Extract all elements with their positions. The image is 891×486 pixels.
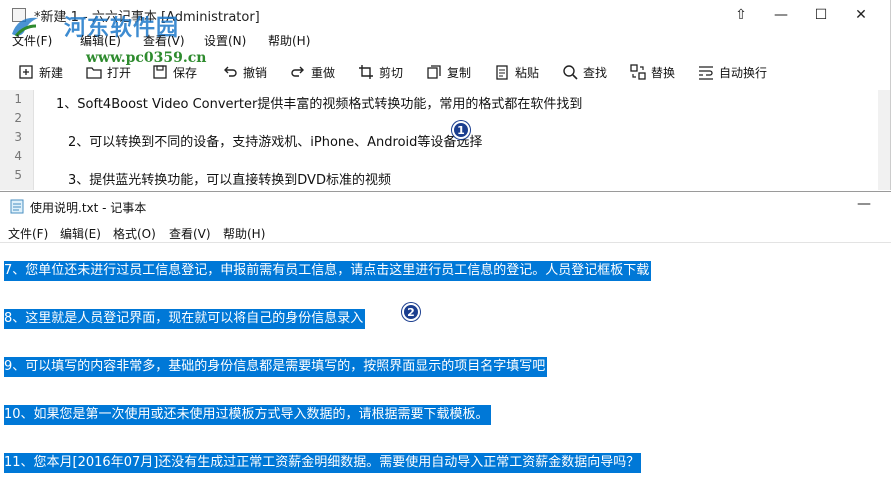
find-button[interactable]: 查找 xyxy=(562,62,607,82)
menu-view[interactable]: 查看(V) xyxy=(143,32,185,49)
cut-button[interactable]: 剪切 xyxy=(358,62,403,82)
redo-button[interactable]: 重做 xyxy=(290,62,335,82)
selected-text-line: 8、这里就是人员登记界面，现在就可以将自己的身份信息录入 xyxy=(4,309,366,329)
menu-view[interactable]: 查看(V) xyxy=(169,225,211,242)
new-icon xyxy=(19,65,33,79)
selected-text-line: 11、您本月[2016年07月]还没有生成过正常工资薪金明细数据。需要使用自动导… xyxy=(4,453,642,473)
vertical-scrollbar[interactable] xyxy=(878,90,890,190)
minimize-button[interactable]: — xyxy=(761,0,801,30)
replace-button[interactable]: 替换 xyxy=(630,62,675,82)
open-label: 打开 xyxy=(107,65,132,80)
menu-bar: 文件(F) 编辑(E) 格式(O) 查看(V) 帮助(H) xyxy=(0,223,891,243)
text-area[interactable]: 7、您单位还未进行过员工信息登记，申报前需有员工信息，请点击这里进行员工信息的登… xyxy=(0,245,891,486)
line-number: 1 xyxy=(14,92,22,106)
menu-help[interactable]: 帮助(H) xyxy=(268,32,310,49)
undo-button[interactable]: 撤销 xyxy=(222,62,267,82)
find-label: 查找 xyxy=(583,65,608,80)
undo-label: 撤销 xyxy=(243,65,268,80)
new-label: 新建 xyxy=(39,65,64,80)
notepad-window: 使用说明.txt - 记事本 — 文件(F) 编辑(E) 格式(O) 查看(V)… xyxy=(0,191,891,486)
toolbar: 新建 打开 保存 撤销 重做 剪切 复制 粘贴 查找 替换 自动换行 xyxy=(0,58,891,86)
editor-area[interactable]: 1 2 3 4 5 1、Soft4Boost Video Converter提供… xyxy=(0,90,878,190)
liuliu-notepad-window: *新建 1 - 六六记事本 [Administrator] ⇧ — ☐ ✕ 河东… xyxy=(0,0,891,190)
search-icon xyxy=(563,65,578,80)
menu-file[interactable]: 文件(F) xyxy=(12,32,52,49)
selected-text-line: 10、如果您是第一次使用或还未使用过模板方式导入数据的，请根据需要下载模板。 xyxy=(4,405,491,425)
crop-cut-icon xyxy=(359,65,373,79)
menu-edit[interactable]: 编辑(E) xyxy=(80,32,121,49)
open-button[interactable]: 打开 xyxy=(86,62,131,82)
replace-icon xyxy=(630,64,646,80)
restore-up-icon[interactable]: ⇧ xyxy=(721,0,761,30)
menu-bar: 文件(F) 编辑(E) 查看(V) 设置(N) 帮助(H) xyxy=(0,30,891,50)
copy-label: 复制 xyxy=(447,65,472,80)
save-button[interactable]: 保存 xyxy=(152,62,197,82)
undo-icon xyxy=(224,66,237,77)
cut-label: 剪切 xyxy=(379,65,404,80)
editor-line: 1、Soft4Boost Video Converter提供丰富的视频格式转换功… xyxy=(56,97,583,112)
notepad-icon xyxy=(10,199,24,214)
maximize-button[interactable]: ☐ xyxy=(801,0,841,30)
menu-format[interactable]: 格式(O) xyxy=(113,225,156,242)
line-number: 2 xyxy=(14,111,22,125)
paste-button[interactable]: 粘贴 xyxy=(494,62,539,82)
redo-label: 重做 xyxy=(311,65,336,80)
line-number-gutter: 1 2 3 4 5 xyxy=(0,90,34,190)
save-icon xyxy=(153,65,167,79)
selected-text-line: 9、可以填写的内容非常多，基础的身份信息都是需要填写的，按照界面显示的项目名字填… xyxy=(4,357,548,377)
selected-text-line: 7、您单位还未进行过员工信息登记，申报前需有员工信息，请点击这里进行员工信息的登… xyxy=(4,261,652,281)
replace-label: 替换 xyxy=(651,65,676,80)
menu-settings[interactable]: 设置(N) xyxy=(204,32,246,49)
word-wrap-button[interactable]: 自动换行 xyxy=(698,62,767,82)
minimize-button[interactable]: — xyxy=(857,196,871,212)
folder-icon xyxy=(86,67,102,79)
new-button[interactable]: 新建 xyxy=(18,62,63,82)
redo-icon xyxy=(291,66,304,77)
menu-file[interactable]: 文件(F) xyxy=(8,225,48,242)
word-wrap-icon xyxy=(699,66,713,80)
copy-icon xyxy=(427,65,441,79)
line-number: 4 xyxy=(14,149,22,163)
step-badge-1: 1 xyxy=(452,121,470,139)
save-label: 保存 xyxy=(173,65,198,80)
menu-edit[interactable]: 编辑(E) xyxy=(60,225,101,242)
menu-help[interactable]: 帮助(H) xyxy=(223,225,265,242)
step-badge-2: 2 xyxy=(402,303,420,321)
paste-label: 粘贴 xyxy=(515,65,540,80)
title-bar[interactable]: 使用说明.txt - 记事本 — xyxy=(0,192,891,220)
copy-button[interactable]: 复制 xyxy=(426,62,471,82)
close-button[interactable]: ✕ xyxy=(841,0,881,30)
paste-icon xyxy=(496,65,508,80)
editor-line: 3、提供蓝光转换功能，可以直接转换到DVD标准的视频 xyxy=(68,173,391,188)
editor-line: 2、可以转换到不同的设备，支持游戏机、iPhone、Android等设备选择 xyxy=(68,135,483,150)
word-wrap-label: 自动换行 xyxy=(719,65,768,80)
window-controls: ⇧ — ☐ ✕ xyxy=(721,0,881,30)
line-number: 3 xyxy=(14,130,22,144)
line-number: 5 xyxy=(14,168,22,182)
window-title: 使用说明.txt - 记事本 xyxy=(30,201,147,215)
